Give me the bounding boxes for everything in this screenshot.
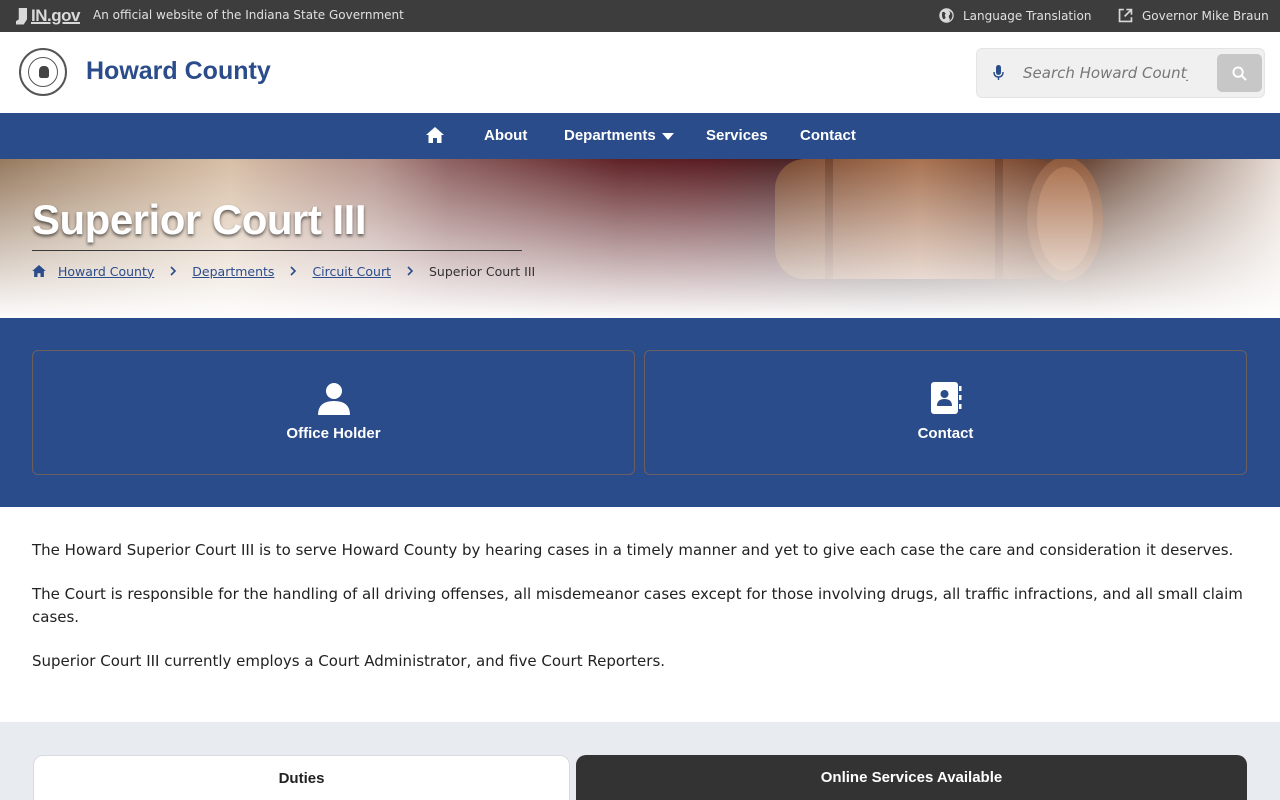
- language-translation-link[interactable]: Language Translation: [938, 7, 1091, 24]
- county-seal-logo[interactable]: [19, 48, 67, 96]
- site-header: Howard County Search Howard County: [0, 32, 1280, 113]
- office-holder-label: Office Holder: [286, 425, 381, 442]
- seal-emblem: [39, 66, 49, 78]
- paragraph: The Howard Superior Court III is to serv…: [32, 541, 1234, 559]
- breadcrumb-current: Superior Court III: [428, 263, 536, 279]
- state-bar: IN.gov An official website of the Indian…: [0, 0, 1280, 32]
- ingov-logo[interactable]: IN.gov: [16, 6, 80, 26]
- search-icon: [1232, 65, 1247, 81]
- nav-item-departments[interactable]: Departments: [564, 127, 674, 144]
- breadcrumb-departments[interactable]: Departments: [192, 264, 274, 279]
- language-translation-label: Language Translation: [963, 8, 1092, 23]
- microphone-icon[interactable]: [993, 65, 1004, 81]
- contact-label: Contact: [917, 425, 974, 442]
- person-icon: [317, 383, 350, 415]
- chevron-right-icon: [407, 266, 414, 276]
- address-book-icon: [930, 382, 961, 414]
- breadcrumb-howard-county[interactable]: Howard County: [58, 264, 154, 279]
- governor-link[interactable]: Governor Mike Braun: [1117, 7, 1269, 24]
- globe-icon: [939, 8, 954, 23]
- page-hero: Superior Court III Howard County Departm…: [0, 159, 1280, 318]
- official-site-notice: An official website of the Indiana State…: [93, 8, 404, 22]
- search-input[interactable]: Search Howard County: [1023, 64, 1188, 82]
- indiana-state-icon: [16, 7, 27, 25]
- paragraph: The Court is responsible for the handlin…: [32, 585, 1243, 626]
- contact-card[interactable]: Contact: [644, 350, 1247, 475]
- nav-item-about[interactable]: About: [484, 127, 527, 144]
- page-title: Superior Court III: [32, 196, 367, 243]
- governor-link-label: Governor Mike Braun: [1142, 8, 1269, 23]
- seal-inner-ring: [28, 57, 58, 87]
- nav-item-contact[interactable]: Contact: [800, 127, 856, 144]
- tab-duties-label: Duties: [278, 770, 325, 787]
- home-icon[interactable]: [426, 127, 444, 143]
- ingov-logo-text: IN.gov: [31, 6, 80, 25]
- main-content: The Howard Superior Court III is to serv…: [32, 539, 1248, 694]
- search-button[interactable]: [1217, 54, 1262, 92]
- tab-duties[interactable]: Duties: [33, 755, 570, 800]
- office-holder-card[interactable]: Office Holder: [32, 350, 635, 475]
- external-link-icon: [1118, 8, 1133, 23]
- chevron-right-icon: [170, 266, 177, 276]
- breadcrumb: Howard County Departments Circuit Court …: [32, 263, 535, 279]
- home-icon[interactable]: [32, 265, 46, 277]
- tab-online-services-label: Online Services Available: [820, 769, 1003, 786]
- main-nav: About Departments Services Contact: [0, 113, 1280, 159]
- tab-online-services[interactable]: Online Services Available: [576, 755, 1247, 800]
- info-section: Duties Online Services Available: [0, 722, 1280, 800]
- chevron-right-icon: [290, 266, 297, 276]
- paragraph: Superior Court III currently employs a C…: [32, 652, 666, 670]
- breadcrumb-circuit-court[interactable]: Circuit Court: [312, 264, 391, 279]
- title-divider: [32, 250, 522, 251]
- chevron-down-icon: [661, 132, 674, 140]
- nav-item-departments-label: Departments: [564, 127, 656, 144]
- nav-item-services[interactable]: Services: [706, 127, 768, 144]
- quick-links-band: Office Holder Contact: [0, 318, 1280, 507]
- search-bar: Search Howard County: [976, 48, 1265, 98]
- site-name[interactable]: Howard County: [86, 57, 271, 86]
